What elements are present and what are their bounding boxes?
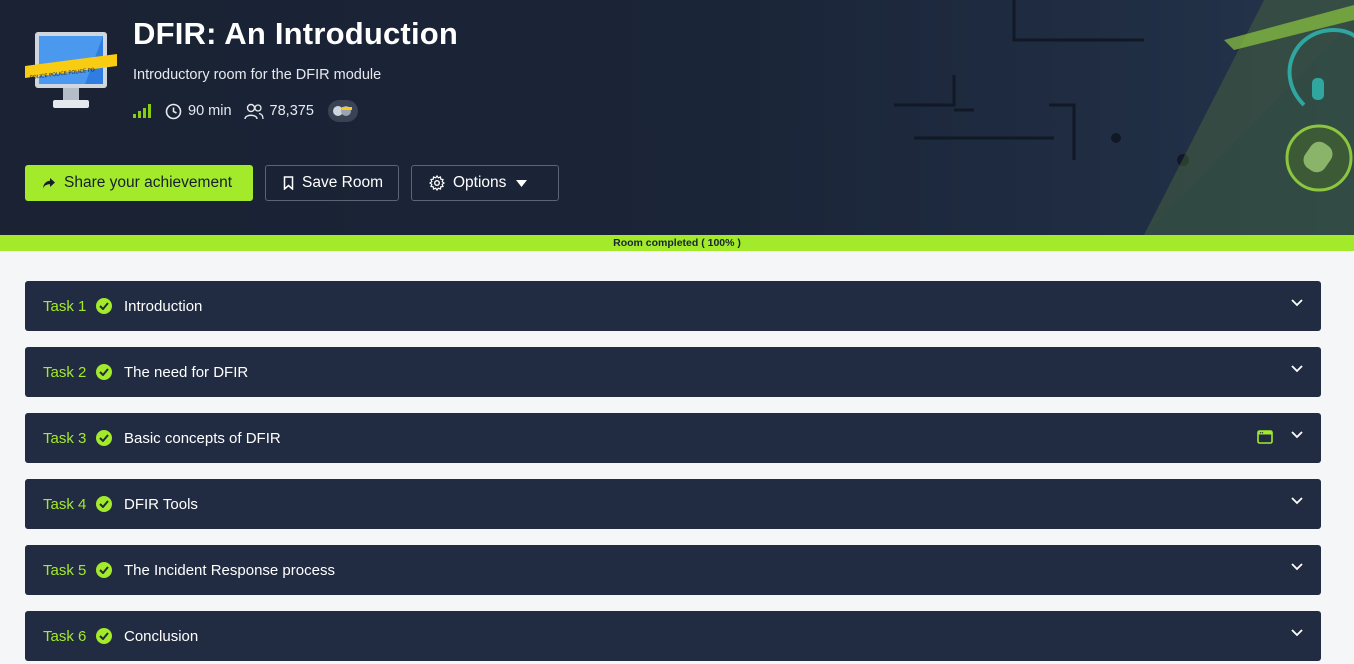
difficulty-bars-icon	[133, 104, 151, 118]
save-room-label: Save Room	[302, 174, 383, 191]
decorative-background	[894, 0, 1354, 235]
task-title: Conclusion	[124, 627, 199, 645]
completed-check-icon	[96, 496, 112, 512]
task-item-1[interactable]: Task 1 Introduction	[25, 281, 1321, 331]
bookmark-icon	[283, 176, 294, 190]
duration: 90 min	[165, 103, 232, 120]
options-dropdown-button[interactable]: Options	[411, 165, 559, 201]
chevron-down-icon[interactable]	[1291, 563, 1303, 571]
completed-check-icon	[96, 364, 112, 380]
completed-check-icon	[96, 562, 112, 578]
task-number: Task 1	[43, 297, 87, 315]
creator-avatar[interactable]	[327, 100, 358, 122]
clock-icon	[165, 103, 182, 119]
caret-down-icon	[516, 179, 528, 187]
task-item-5[interactable]: Task 5 The Incident Response process	[25, 545, 1321, 595]
room-icon: POLICE POLICE POLICE PO	[25, 32, 117, 108]
share-icon	[43, 177, 55, 188]
task-number: Task 6	[43, 627, 87, 645]
chevron-down-icon[interactable]	[1291, 365, 1303, 373]
task-title: The need for DFIR	[124, 363, 249, 381]
share-achievement-label: Share your achievement	[64, 174, 233, 191]
options-label: Options	[453, 174, 507, 191]
room-progress-bar: Room completed ( 100% )	[0, 235, 1354, 251]
chevron-down-icon[interactable]	[1291, 299, 1303, 307]
task-title: The Incident Response process	[124, 561, 335, 579]
task-item-4[interactable]: Task 4 DFIR Tools	[25, 479, 1321, 529]
room-header: POLICE POLICE POLICE PO DFIR: An Introdu…	[0, 0, 1354, 235]
task-item-3[interactable]: Task 3 Basic concepts of DFIR	[25, 413, 1321, 463]
room-title: DFIR: An Introduction	[133, 16, 459, 51]
user-count-label: 78,375	[269, 103, 314, 119]
task-number: Task 3	[43, 429, 87, 447]
task-number: Task 5	[43, 561, 87, 579]
chevron-down-icon[interactable]	[1291, 497, 1303, 505]
task-item-2[interactable]: Task 2 The need for DFIR	[25, 347, 1321, 397]
avatar-icon	[332, 106, 352, 116]
task-title: Basic concepts of DFIR	[124, 429, 281, 447]
completed-check-icon	[96, 430, 112, 446]
user-count: 78,375	[243, 103, 314, 120]
task-title: Introduction	[124, 297, 203, 315]
chevron-down-icon[interactable]	[1291, 431, 1303, 439]
difficulty-indicator	[133, 104, 153, 118]
gear-icon	[429, 175, 445, 191]
task-number: Task 2	[43, 363, 87, 381]
completed-check-icon	[96, 628, 112, 644]
chevron-down-icon[interactable]	[1291, 629, 1303, 637]
users-icon	[243, 103, 264, 119]
room-subtitle: Introductory room for the DFIR module	[133, 67, 382, 83]
task-item-6[interactable]: Task 6 Conclusion	[25, 611, 1321, 661]
completed-check-icon	[96, 298, 112, 314]
save-room-button[interactable]: Save Room	[265, 165, 399, 201]
task-title: DFIR Tools	[124, 495, 198, 513]
share-achievement-button[interactable]: Share your achievement	[25, 165, 253, 201]
task-list: Task 1 Introduction Task 2 The need for …	[25, 281, 1321, 664]
duration-label: 90 min	[188, 103, 232, 119]
task-number: Task 4	[43, 495, 87, 513]
room-meta: 90 min 78,375	[133, 100, 358, 122]
room-progress-label: Room completed ( 100% )	[613, 237, 741, 249]
machine-window-icon	[1257, 430, 1273, 444]
